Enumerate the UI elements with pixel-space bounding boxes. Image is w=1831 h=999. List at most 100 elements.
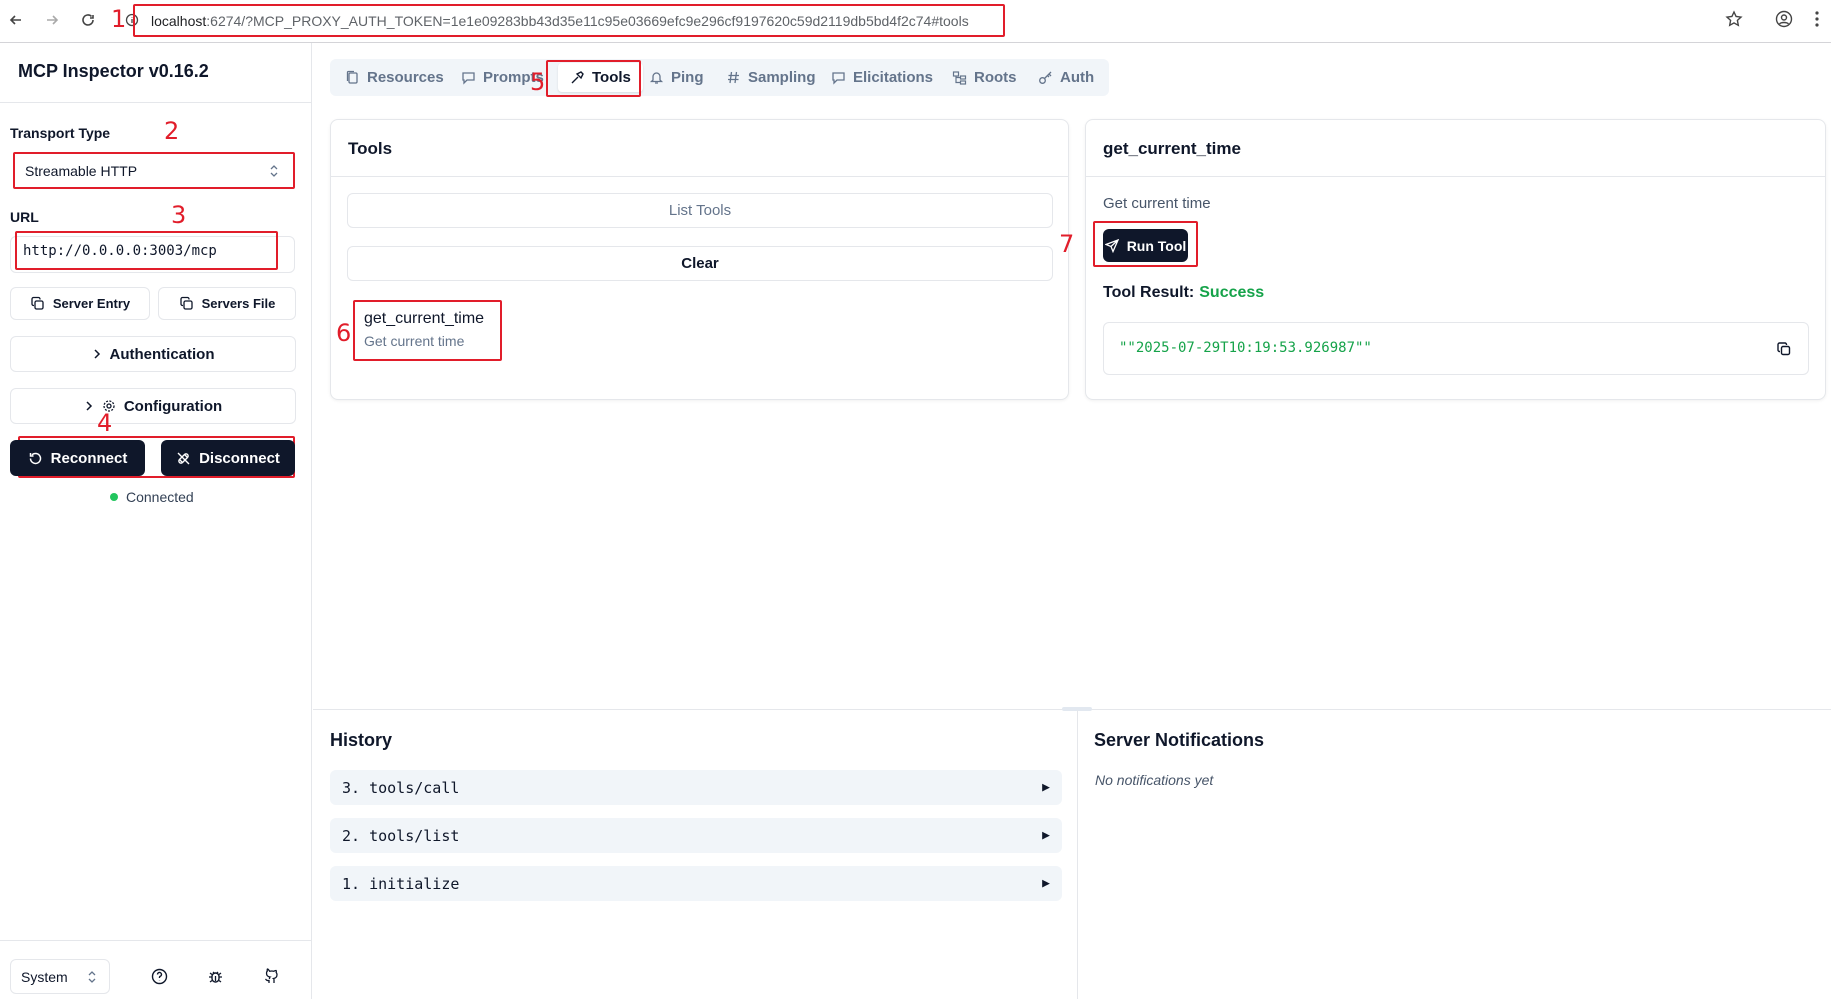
- sidebar-header: MCP Inspector v0.16.2: [0, 43, 311, 103]
- annotation-7: 7: [1059, 230, 1075, 258]
- tab-roots[interactable]: Roots: [952, 63, 1017, 92]
- address-bar[interactable]: localhost:6274/?MCP_PROXY_AUTH_TOKEN=1e1…: [133, 4, 1005, 37]
- annotation-1: 1: [111, 5, 127, 33]
- notifications-title: Server Notifications: [1094, 730, 1265, 750]
- server-entry-button[interactable]: Server Entry: [10, 287, 150, 320]
- tool-detail-header: get_current_time: [1086, 120, 1825, 177]
- url-label: URL: [10, 209, 39, 225]
- chevrons-updown-icon: [87, 969, 97, 985]
- expand-arrow-icon: ▶: [1042, 780, 1050, 795]
- annotation-4: 4: [97, 409, 113, 437]
- unplug-icon: [176, 451, 191, 466]
- forward-icon[interactable]: [40, 8, 64, 32]
- tab-elicitations[interactable]: Elicitations: [831, 63, 933, 92]
- history-item-label: 3. tools/call: [342, 778, 460, 797]
- connection-status: Connected: [110, 489, 194, 505]
- clear-button[interactable]: Clear: [347, 246, 1053, 281]
- tab-elicitations-label: Elicitations: [853, 69, 934, 86]
- sidebar: MCP Inspector v0.16.2 Transport Type 2 S…: [0, 43, 312, 999]
- servers-file-label: Servers File: [201, 296, 276, 311]
- reload-icon[interactable]: [76, 8, 100, 32]
- tool-detail-description: Get current time: [1103, 195, 1211, 212]
- history-item-label: 1. initialize: [342, 874, 460, 893]
- main-tabs: Resources Prompts Tools Ping Sampling El…: [330, 59, 1109, 96]
- expand-arrow-icon: ▶: [1042, 876, 1050, 891]
- servers-file-button[interactable]: Servers File: [158, 287, 296, 320]
- tab-ping[interactable]: Ping: [649, 63, 704, 92]
- github-icon[interactable]: [263, 968, 280, 985]
- expand-arrow-icon: ▶: [1042, 828, 1050, 843]
- history-list: 3. tools/call ▶ 2. tools/list ▶ 1. initi…: [330, 770, 1062, 910]
- key-icon: [1038, 70, 1053, 85]
- tool-item-description: Get current time: [364, 333, 465, 349]
- notifications-empty-text: No notifications yet: [1095, 772, 1214, 788]
- annotation-3: 3: [171, 201, 187, 229]
- server-entry-label: Server Entry: [52, 296, 131, 311]
- tab-auth[interactable]: Auth: [1038, 63, 1094, 92]
- run-tool-label: Run Tool: [1126, 237, 1187, 254]
- transport-type-value: Streamable HTTP: [25, 162, 138, 179]
- transport-type-label: Transport Type: [10, 125, 111, 141]
- tool-result-label: Tool Result:: [1103, 284, 1195, 301]
- annotation-5: 5: [530, 68, 546, 96]
- configuration-label: Configuration: [123, 397, 223, 415]
- history-title: History: [330, 730, 393, 750]
- history-item-label: 2. tools/list: [342, 826, 460, 845]
- tools-card-header: Tools: [331, 120, 1068, 177]
- bookmark-star-icon[interactable]: [1725, 10, 1743, 28]
- tool-result-value: ""2025-07-29T10:19:53.926987"": [1119, 340, 1372, 356]
- tool-list-item[interactable]: get_current_time Get current time: [353, 300, 502, 361]
- chevron-right-icon: [92, 348, 102, 360]
- folder-tree-icon: [952, 70, 967, 85]
- tab-resources[interactable]: Resources: [345, 63, 444, 92]
- bottom-vertical-divider: [1077, 710, 1078, 999]
- chevron-right-icon: [84, 400, 94, 412]
- theme-value: System: [21, 968, 68, 985]
- annotation-6: 6: [336, 319, 352, 347]
- history-item[interactable]: 1. initialize ▶: [330, 866, 1062, 901]
- tool-result-box: ""2025-07-29T10:19:53.926987"": [1103, 322, 1809, 375]
- tool-detail-title: get_current_time: [1103, 139, 1241, 158]
- history-item[interactable]: 3. tools/call ▶: [330, 770, 1062, 805]
- tab-resources-label: Resources: [367, 69, 444, 86]
- url-input[interactable]: http://0.0.0.0:3003/mcp: [15, 231, 278, 270]
- tab-ping-label: Ping: [671, 69, 704, 86]
- tab-sampling[interactable]: Sampling: [726, 63, 816, 92]
- url-path: :6274/?MCP_PROXY_AUTH_TOKEN=1e1e09283bb4…: [206, 12, 969, 29]
- bell-icon: [649, 70, 664, 85]
- back-icon[interactable]: [4, 8, 28, 32]
- copy-icon: [179, 296, 194, 311]
- tool-item-name: get_current_time: [364, 310, 485, 327]
- help-icon[interactable]: [151, 968, 168, 985]
- send-icon: [1104, 238, 1119, 253]
- list-tools-button[interactable]: List Tools: [347, 193, 1053, 228]
- tab-sampling-label: Sampling: [748, 69, 816, 86]
- tool-result-status: Success: [1199, 284, 1265, 301]
- message-icon: [831, 70, 846, 85]
- run-tool-button[interactable]: Run Tool: [1103, 229, 1188, 262]
- browser-menu-icon[interactable]: [1814, 10, 1820, 28]
- authentication-toggle[interactable]: Authentication: [10, 336, 296, 372]
- app-title: MCP Inspector v0.16.2: [18, 61, 209, 81]
- bug-icon[interactable]: [207, 968, 224, 985]
- disconnect-label: Disconnect: [199, 449, 280, 467]
- files-icon: [345, 70, 360, 85]
- transport-type-select[interactable]: Streamable HTTP: [13, 152, 295, 189]
- profile-icon[interactable]: [1775, 10, 1793, 28]
- history-item[interactable]: 2. tools/list ▶: [330, 818, 1062, 853]
- copy-icon[interactable]: [1776, 341, 1792, 357]
- copy-icon: [30, 296, 45, 311]
- configuration-toggle[interactable]: Configuration: [10, 388, 296, 424]
- tool-result-heading: Tool Result: Success: [1103, 284, 1264, 302]
- url-host: localhost: [151, 12, 207, 29]
- status-dot: [110, 493, 118, 501]
- reconnect-button[interactable]: Reconnect: [10, 440, 145, 476]
- tab-roots-label: Roots: [974, 69, 1017, 86]
- annotation-2: 2: [164, 117, 180, 145]
- theme-select[interactable]: System: [10, 959, 110, 994]
- message-icon: [461, 70, 476, 85]
- tab-auth-label: Auth: [1060, 69, 1095, 86]
- status-text: Connected: [126, 489, 194, 505]
- tool-detail-card: get_current_time Get current time 7 Run …: [1059, 119, 1826, 400]
- disconnect-button[interactable]: Disconnect: [161, 440, 295, 476]
